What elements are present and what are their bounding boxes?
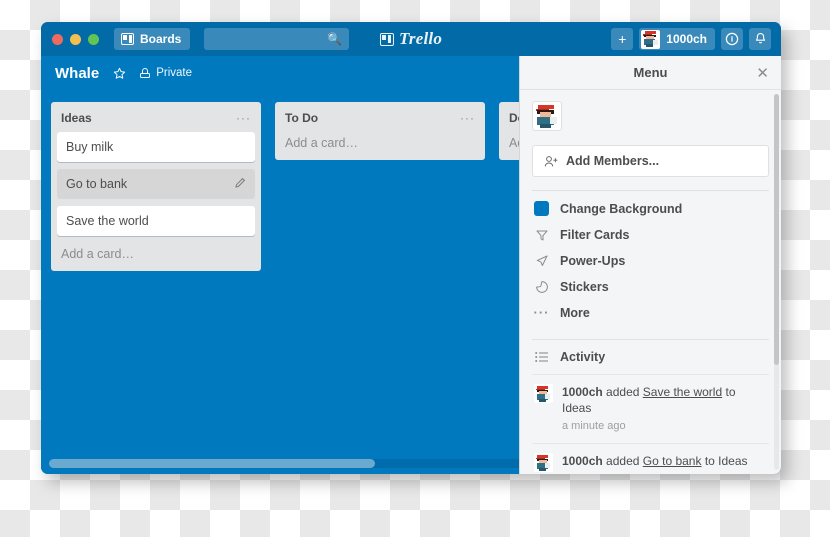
add-members-label: Add Members... [566, 154, 660, 168]
menu-item-change-background[interactable]: Change Background [532, 195, 769, 222]
list-title: Ideas [61, 111, 92, 125]
card[interactable]: Buy milk [57, 132, 255, 162]
menu-item-stickers[interactable]: Stickers [532, 274, 769, 300]
activity-target[interactable]: Save the world [643, 385, 722, 399]
rocket-icon [534, 254, 549, 268]
activity-target[interactable]: Go to bank [643, 454, 702, 468]
trello-app-window: Boards 🔍 Trello + 1000ch Whale Private I… [41, 22, 781, 474]
divider [532, 339, 769, 340]
card[interactable]: Go to bank [57, 169, 255, 199]
star-icon[interactable] [113, 67, 126, 80]
scrollbar-thumb[interactable] [774, 94, 779, 365]
activity-verb: added [606, 385, 640, 399]
minimize-window-button[interactable] [70, 33, 81, 45]
user-menu-button[interactable]: 1000ch [639, 28, 715, 50]
close-icon[interactable]: ✕ [756, 64, 769, 82]
avatar [534, 453, 553, 473]
add-members-button[interactable]: Add Members... [532, 145, 769, 177]
board-visibility[interactable]: Private [140, 67, 192, 79]
trello-logo: Trello [379, 29, 443, 49]
board-title: Whale [55, 64, 100, 82]
add-person-icon [543, 155, 558, 168]
activity-item: 1000ch added Go to bank to Ideas a minut… [532, 443, 769, 474]
activity-text: 1000ch added Go to bank to Ideas a minut… [562, 453, 748, 474]
avatar [534, 384, 553, 403]
activity-user: 1000ch [562, 454, 603, 469]
close-window-button[interactable] [52, 33, 63, 45]
lock-icon [140, 68, 151, 78]
search-icon: 🔍 [327, 32, 343, 46]
activity-timestamp: a minute ago [562, 420, 626, 433]
activity-item: 1000ch added Save the world to Ideas a m… [532, 374, 769, 443]
board-members [532, 90, 769, 145]
window-controls [41, 33, 99, 45]
menu-vertical-scrollbar[interactable] [774, 94, 779, 470]
add-card-button[interactable]: Add a card… [57, 243, 255, 269]
card-title: Buy milk [66, 140, 114, 154]
list-menu-icon[interactable]: ··· [236, 112, 251, 124]
ellipsis-icon: ··· [533, 305, 550, 320]
menu-title: Menu [633, 65, 668, 80]
activity-list-icon [534, 351, 549, 363]
board-menu-panel: Menu ✕ Add Members... Change Background … [519, 56, 781, 474]
list-header: To Do ··· [281, 108, 479, 132]
avatar [641, 29, 661, 49]
add-card-button[interactable]: Add a card… [281, 132, 479, 158]
avatar[interactable] [532, 101, 562, 131]
color-swatch-icon [534, 201, 549, 216]
menu-header: Menu ✕ [520, 56, 781, 90]
funnel-icon [534, 228, 549, 242]
activity-verb: added [606, 454, 640, 469]
card-title: Save the world [66, 214, 149, 228]
list-menu-icon[interactable]: ··· [460, 112, 475, 124]
browser-chrome-toolbar: Boards 🔍 Trello + 1000ch [41, 22, 781, 56]
activity-user: 1000ch [562, 385, 603, 399]
menu-item-label: Change Background [560, 201, 683, 216]
boards-button[interactable]: Boards [114, 28, 191, 50]
activity-timestamp: a minute ago [562, 472, 748, 474]
boards-icon [121, 33, 134, 45]
card[interactable]: Save the world [57, 206, 255, 236]
activity-title: Activity [560, 350, 606, 364]
sticker-icon [534, 280, 549, 294]
activity-text: 1000ch added Save the world to Ideas a m… [562, 384, 767, 434]
trello-logo-icon [379, 32, 394, 46]
trello-logo-text: Trello [398, 29, 443, 48]
menu-item-label: Power-Ups [560, 254, 626, 268]
list-title: To Do [285, 111, 319, 125]
menu-item-label: Filter Cards [560, 228, 630, 242]
menu-item-label: More [560, 306, 590, 320]
search-input[interactable]: 🔍 [204, 28, 350, 50]
list-ideas: Ideas ··· Buy milk Go to bank Save the w… [51, 102, 261, 271]
scrollbar-thumb[interactable] [49, 459, 375, 468]
activity-suffix: to Ideas [704, 454, 748, 469]
edit-pencil-icon[interactable] [234, 177, 246, 192]
menu-item-label: Stickers [560, 280, 609, 294]
activity-section-header: Activity [532, 344, 769, 374]
menu-item-power-ups[interactable]: Power-Ups [532, 248, 769, 274]
zoom-window-button[interactable] [88, 33, 99, 45]
list-todo: To Do ··· Add a card… [275, 102, 485, 160]
notifications-bell-icon[interactable] [749, 28, 771, 50]
list-header: Ideas ··· [57, 108, 255, 132]
menu-item-filter-cards[interactable]: Filter Cards [532, 222, 769, 248]
add-button[interactable]: + [611, 28, 634, 50]
board-visibility-label: Private [156, 67, 192, 79]
toolbar-right-actions: + 1000ch [611, 28, 771, 50]
menu-content: Add Members... Change Background Filter … [520, 90, 781, 474]
menu-item-more[interactable]: ··· More [532, 300, 769, 326]
boards-button-label: Boards [140, 32, 182, 46]
card-title: Go to bank [66, 177, 128, 191]
divider [532, 190, 769, 191]
username-label: 1000ch [666, 32, 707, 46]
info-icon[interactable] [721, 28, 743, 50]
